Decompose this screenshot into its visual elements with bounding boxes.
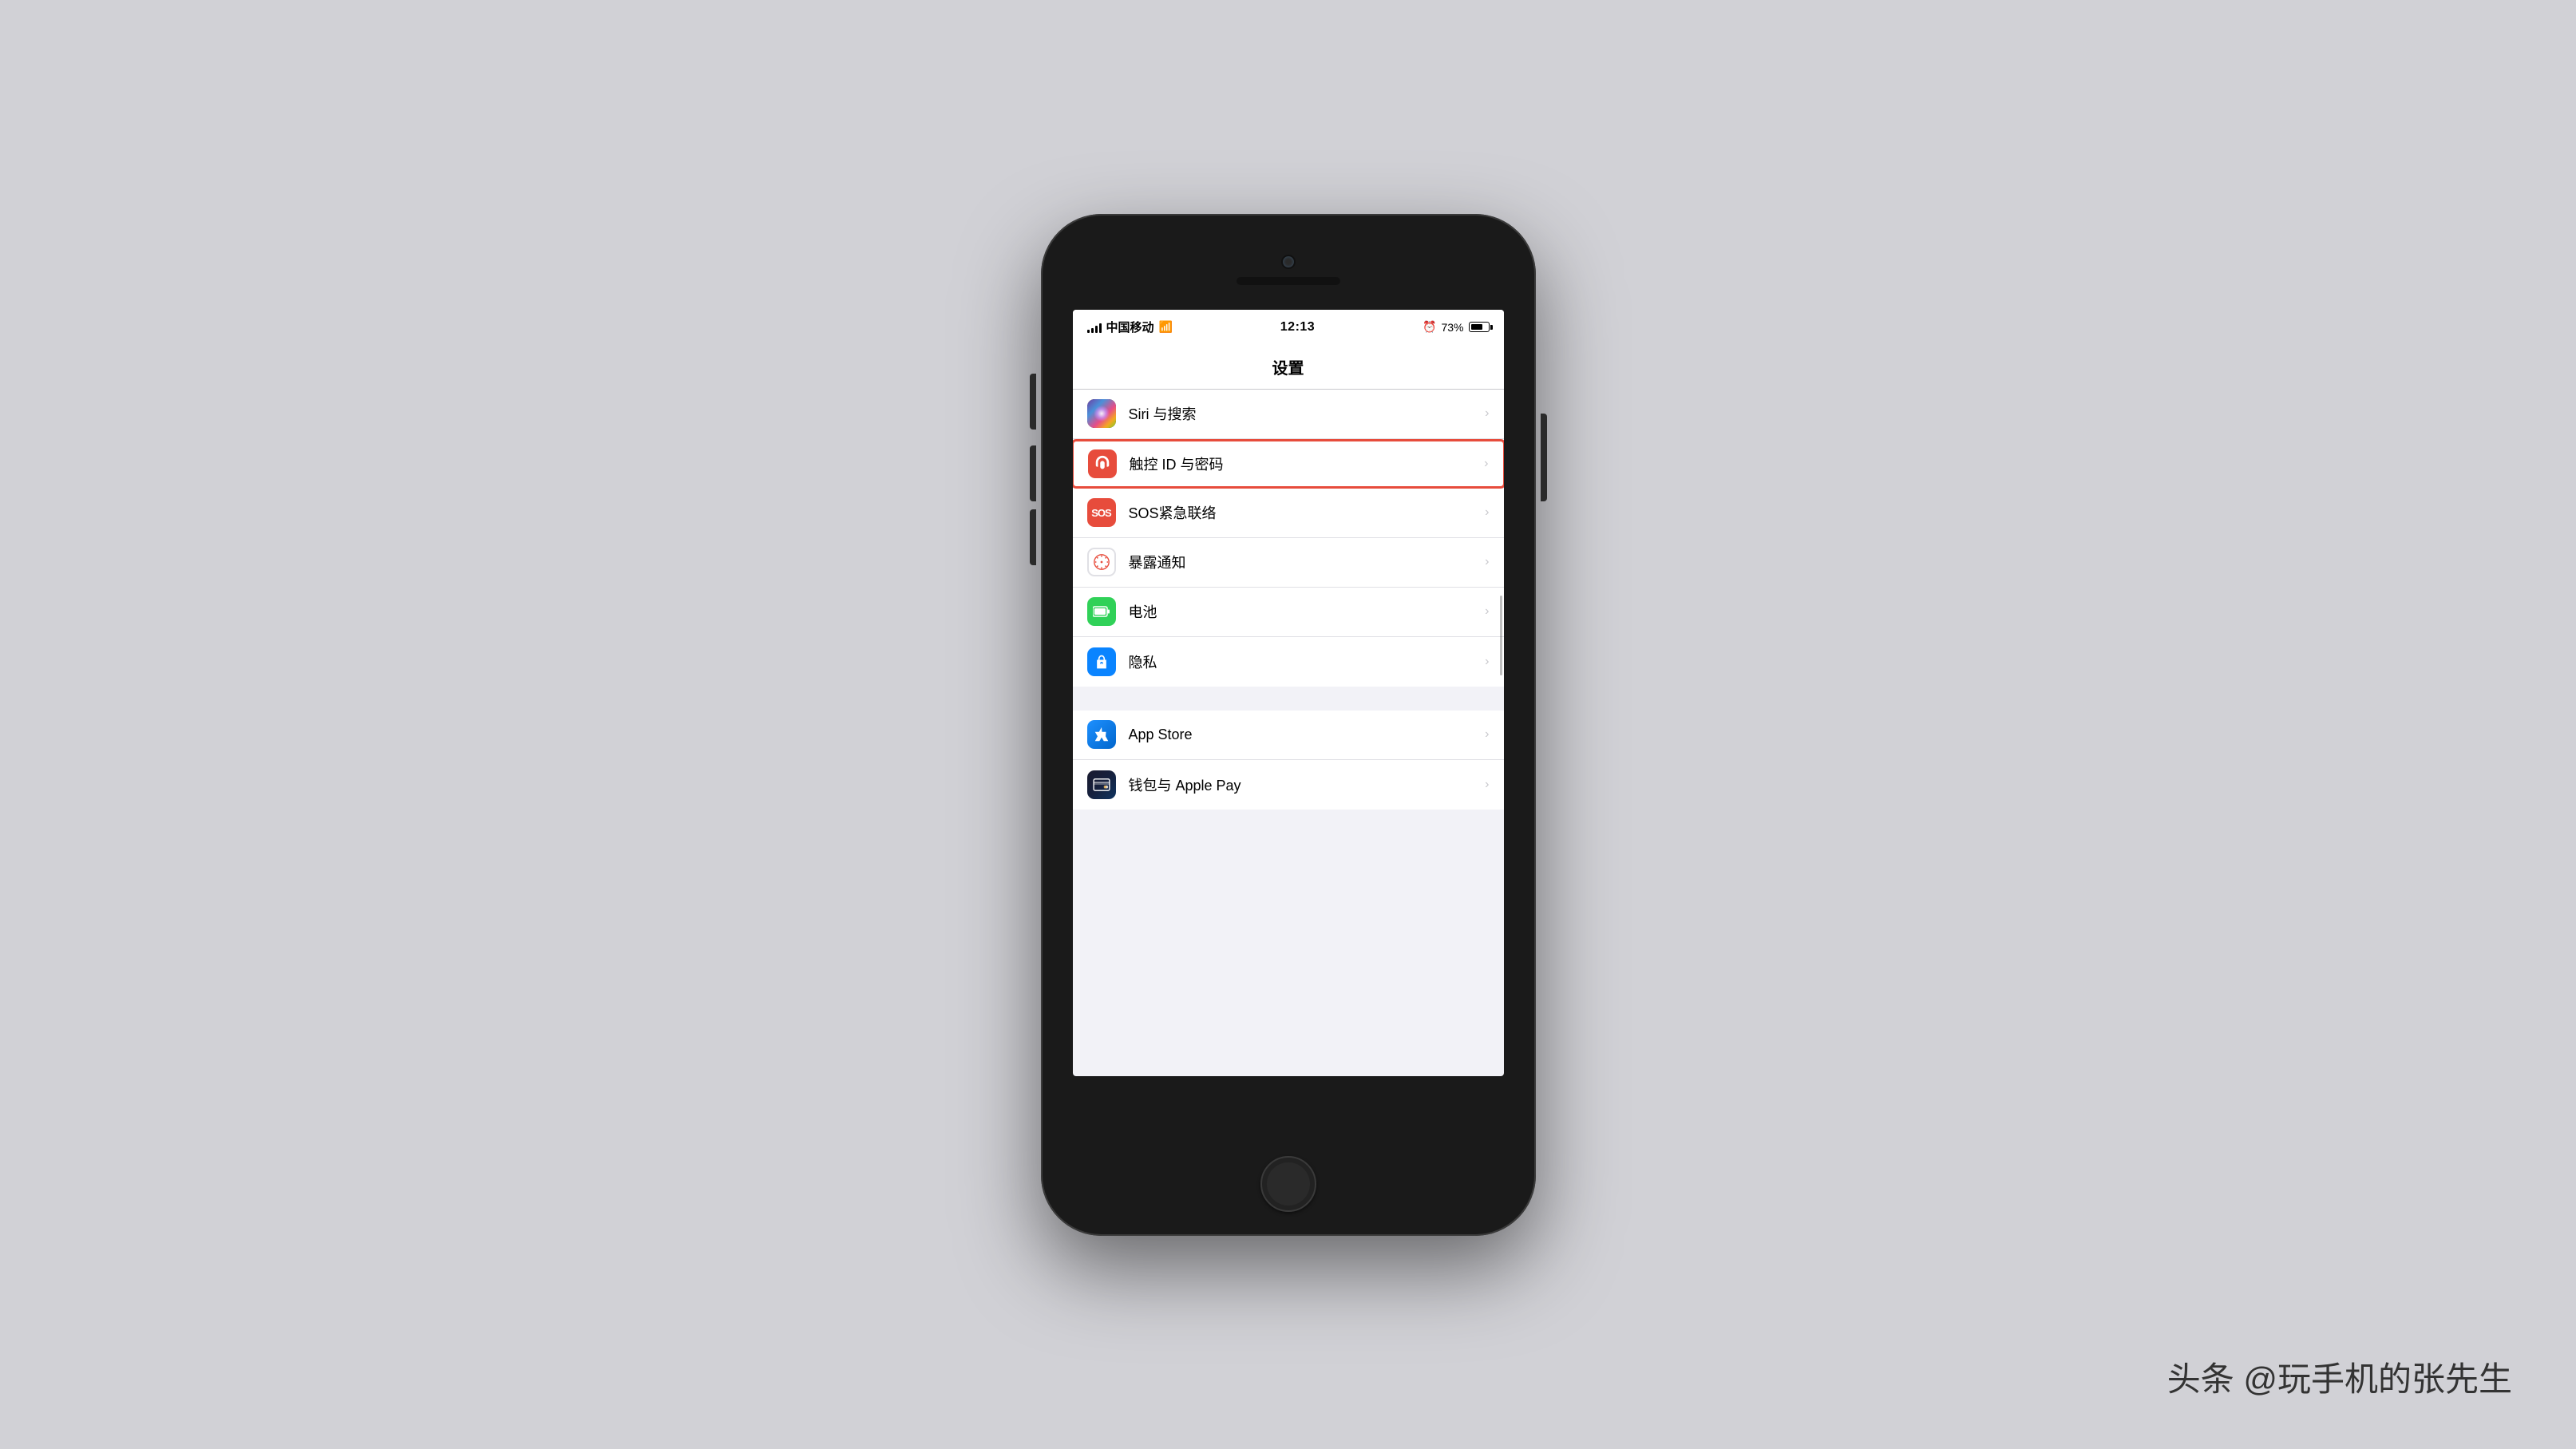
speaker: [1237, 277, 1340, 285]
status-left: 中国移动 📶: [1087, 319, 1173, 335]
battery-chevron-icon: ›: [1485, 604, 1489, 619]
status-bar: 中国移动 📶 12:13 ⏰ 73%: [1073, 310, 1504, 345]
phone-top: [1041, 214, 1536, 310]
signal-icon: [1087, 322, 1102, 333]
touchid-icon: [1088, 449, 1117, 478]
status-right: ⏰ 73%: [1423, 320, 1489, 334]
settings-row-wallet[interactable]: 钱包与 Apple Pay ›: [1073, 760, 1504, 810]
settings-row-appstore[interactable]: A App Store ›: [1073, 711, 1504, 760]
touchid-chevron-icon: ›: [1484, 457, 1488, 471]
settings-row-battery[interactable]: 电池 ›: [1073, 588, 1504, 637]
appstore-chevron-icon: ›: [1485, 727, 1489, 742]
sos-icon: SOS: [1087, 498, 1116, 527]
settings-row-touchid[interactable]: 触控 ID 与密码 ›: [1073, 439, 1504, 489]
wifi-icon: 📶: [1159, 320, 1173, 334]
settings-row-sos[interactable]: SOS SOS紧急联络 ›: [1073, 489, 1504, 538]
group-spacer: [1073, 688, 1504, 711]
page-title: 设置: [1272, 355, 1304, 378]
carrier-label: 中国移动: [1106, 319, 1154, 335]
chevron-icon: ›: [1485, 406, 1489, 421]
screen: 中国移动 📶 12:13 ⏰ 73% 设置: [1073, 310, 1504, 1076]
settings-group-1: Siri 与搜索 › 触控 ID 与密码 ›: [1073, 390, 1504, 687]
settings-group-2: A App Store ›: [1073, 711, 1504, 810]
home-button[interactable]: [1260, 1156, 1316, 1212]
alarm-icon: ⏰: [1423, 320, 1436, 334]
battery-percent: 73%: [1441, 321, 1463, 334]
settings-row-siri[interactable]: Siri 与搜索 ›: [1073, 390, 1504, 439]
battery-container: [1469, 322, 1490, 332]
exposure-label: 暴露通知: [1129, 552, 1479, 572]
appstore-label: App Store: [1129, 726, 1479, 743]
nav-bar: 设置: [1073, 345, 1504, 390]
sos-chevron-icon: ›: [1485, 505, 1489, 520]
camera: [1281, 255, 1296, 269]
watermark: 头条 @玩手机的张先生: [2167, 1352, 2512, 1401]
settings-content: Siri 与搜索 › 触控 ID 与密码 ›: [1073, 390, 1504, 1076]
siri-icon: [1087, 399, 1116, 428]
phone-bottom: [1260, 1076, 1316, 1236]
settings-row-privacy[interactable]: 隐私 ›: [1073, 637, 1504, 687]
battery-row-icon: [1087, 597, 1116, 626]
settings-list: Siri 与搜索 › 触控 ID 与密码 ›: [1073, 390, 1504, 811]
wallet-icon: [1087, 770, 1116, 799]
privacy-label: 隐私: [1129, 651, 1479, 672]
wallet-chevron-icon: ›: [1485, 778, 1489, 792]
appstore-icon: A: [1087, 720, 1116, 749]
scroll-indicator: [1500, 596, 1502, 675]
phone-frame: 中国移动 📶 12:13 ⏰ 73% 设置: [1041, 214, 1536, 1236]
battery-fill: [1471, 324, 1483, 330]
clock: 12:13: [1280, 320, 1315, 335]
settings-row-exposure[interactable]: 暴露通知 ›: [1073, 538, 1504, 588]
siri-label: Siri 与搜索: [1129, 403, 1479, 424]
svg-text:A: A: [1096, 734, 1101, 741]
privacy-icon: [1087, 647, 1116, 676]
battery-label: 电池: [1129, 601, 1479, 622]
exposure-chevron-icon: ›: [1485, 555, 1489, 569]
sos-label: SOS紧急联络: [1129, 502, 1479, 523]
exposure-icon: [1087, 548, 1116, 576]
touchid-label: 触控 ID 与密码: [1130, 453, 1478, 474]
battery-icon: [1469, 322, 1490, 332]
wallet-label: 钱包与 Apple Pay: [1129, 774, 1479, 795]
privacy-chevron-icon: ›: [1485, 655, 1489, 669]
